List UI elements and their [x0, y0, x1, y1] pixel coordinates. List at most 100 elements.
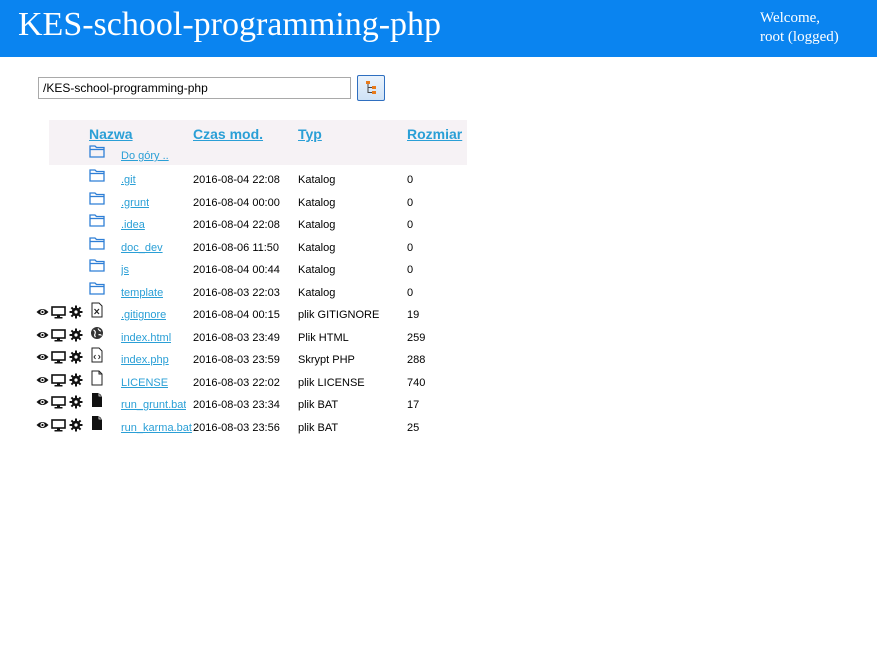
- file-type: Katalog: [298, 241, 336, 254]
- open-monitor-icon[interactable]: [51, 373, 66, 387]
- file-actions: [36, 395, 86, 409]
- preview-eye-icon[interactable]: [36, 418, 49, 432]
- folder-icon: [89, 259, 105, 272]
- file-name-link[interactable]: index.html: [121, 331, 171, 345]
- sort-by-name[interactable]: Nazwa: [89, 126, 133, 142]
- preview-eye-icon[interactable]: [36, 350, 49, 364]
- file-size: 0: [407, 286, 414, 299]
- file-name-link[interactable]: .git: [121, 173, 136, 187]
- settings-gear-icon[interactable]: [69, 328, 83, 342]
- preview-eye-icon[interactable]: [36, 395, 49, 409]
- settings-gear-icon[interactable]: [69, 418, 83, 432]
- filled-file-icon: [92, 393, 102, 407]
- file-size: 0: [407, 174, 414, 186]
- preview-eye-icon[interactable]: [36, 305, 49, 319]
- file-name-link[interactable]: run_karma.bat: [121, 421, 192, 435]
- file-date: 2016-08-04 00:15: [193, 309, 280, 321]
- text-file-icon: [91, 302, 103, 318]
- tree-view-button[interactable]: [357, 75, 385, 101]
- file-size: 0: [407, 264, 414, 276]
- file-name-link[interactable]: index.php: [121, 353, 169, 367]
- file-type: Katalog: [298, 196, 336, 209]
- file-type: Katalog: [298, 264, 336, 276]
- file-type: plik BAT: [298, 421, 339, 434]
- file-size: 740: [407, 376, 426, 389]
- preview-eye-icon[interactable]: [36, 328, 49, 342]
- code-file-icon: [91, 347, 103, 363]
- folder-icon: [89, 281, 105, 295]
- file-name-link[interactable]: .idea: [121, 218, 145, 232]
- folder-icon: [89, 145, 105, 158]
- file-size: 25: [407, 421, 420, 434]
- file-name-link[interactable]: template: [121, 286, 163, 300]
- file-type: Katalog: [298, 174, 336, 186]
- logged-user: root (logged): [760, 29, 839, 45]
- file-name-link[interactable]: doc_dev: [121, 241, 163, 255]
- file-date: 2016-08-04 00:44: [193, 264, 280, 276]
- blank-file-icon: [91, 370, 103, 385]
- file-size: 0: [407, 196, 414, 209]
- file-name-link[interactable]: .gitignore: [121, 308, 166, 322]
- settings-gear-icon[interactable]: [69, 305, 83, 319]
- file-date: 2016-08-03 23:49: [193, 331, 280, 344]
- file-size: 0: [407, 241, 414, 254]
- file-date: 2016-08-04 22:08: [193, 174, 280, 186]
- file-name-link[interactable]: .grunt: [121, 196, 149, 210]
- file-date: 2016-08-04 00:00: [193, 196, 280, 209]
- file-date: 2016-08-06 11:50: [193, 241, 280, 254]
- file-type: Plik HTML: [298, 331, 349, 344]
- file-name-link[interactable]: LICENSE: [121, 376, 168, 390]
- file-date: 2016-08-03 23:59: [193, 354, 280, 366]
- file-name-link[interactable]: js: [121, 263, 129, 277]
- sort-by-time[interactable]: Czas mod.: [193, 126, 263, 142]
- file-size: 19: [407, 309, 420, 321]
- globe-icon: [91, 326, 103, 339]
- file-date: 2016-08-03 23:56: [193, 421, 280, 434]
- settings-gear-icon[interactable]: [69, 350, 83, 364]
- file-size: 17: [407, 399, 420, 411]
- file-date: 2016-08-04 22:08: [193, 219, 280, 231]
- preview-eye-icon[interactable]: [36, 373, 49, 387]
- open-monitor-icon[interactable]: [51, 395, 66, 409]
- file-type: plik LICENSE: [298, 376, 365, 389]
- folder-icon: [89, 214, 105, 227]
- open-monitor-icon[interactable]: [51, 305, 66, 319]
- file-type: plik GITIGNORE: [298, 309, 380, 321]
- sort-by-size[interactable]: Rozmiar: [407, 126, 462, 142]
- open-monitor-icon[interactable]: [51, 350, 66, 364]
- header-bar: KES-school-programming-php Welcome, root…: [0, 0, 877, 57]
- open-monitor-icon[interactable]: [51, 418, 66, 432]
- table-row: .grunt 2016-08-04 00:00 Katalog 0: [0, 191, 480, 218]
- filled-file-icon: [92, 415, 102, 430]
- file-date: 2016-08-03 22:02: [193, 376, 280, 389]
- file-type: Katalog: [298, 286, 336, 299]
- folder-icon: [89, 169, 105, 182]
- settings-gear-icon[interactable]: [69, 395, 83, 409]
- tree-icon: [366, 81, 376, 94]
- file-actions: [36, 328, 86, 342]
- table-row: .git 2016-08-04 22:08 Katalog 0: [0, 169, 480, 195]
- welcome-text: Welcome, root (logged): [760, 9, 839, 47]
- folder-icon: [89, 191, 105, 205]
- file-actions: [36, 350, 86, 364]
- path-input[interactable]: [38, 77, 351, 99]
- open-monitor-icon[interactable]: [51, 328, 66, 342]
- sort-by-type[interactable]: Typ: [298, 126, 322, 142]
- table-row: js 2016-08-04 00:44 Katalog 0: [0, 259, 480, 285]
- file-size: 259: [407, 331, 426, 344]
- file-type: Katalog: [298, 219, 336, 231]
- file-size: 0: [407, 219, 414, 231]
- file-type: plik BAT: [298, 399, 339, 411]
- settings-gear-icon[interactable]: [69, 373, 83, 387]
- file-actions: [36, 373, 86, 387]
- table-row: run_karma.bat 2016-08-03 23:56 plik BAT 25: [0, 415, 480, 443]
- table-row: doc_dev 2016-08-06 11:50 Katalog 0: [0, 236, 480, 263]
- file-name-link[interactable]: run_grunt.bat: [121, 398, 186, 412]
- file-size: 288: [407, 354, 426, 366]
- parent-directory-link[interactable]: Do góry ..: [121, 150, 169, 162]
- file-date: 2016-08-03 22:03: [193, 286, 280, 299]
- app-title: KES-school-programming-php: [18, 6, 442, 43]
- file-actions: [36, 305, 86, 319]
- file-actions: [36, 418, 86, 432]
- file-type: Skrypt PHP: [298, 354, 355, 366]
